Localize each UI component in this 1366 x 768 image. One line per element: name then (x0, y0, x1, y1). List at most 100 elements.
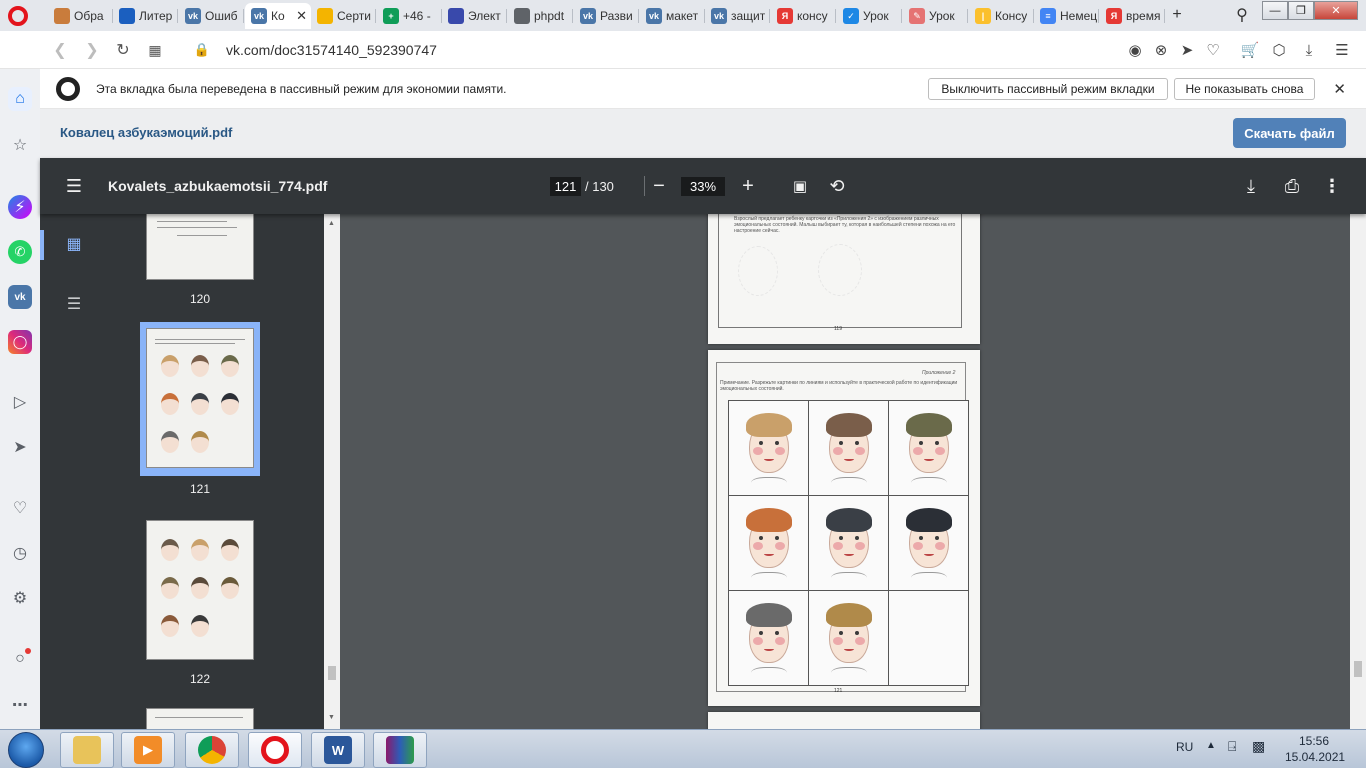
whatsapp-icon[interactable]: ✆ (8, 240, 32, 264)
pdf-download-icon[interactable]: ⤓ (1239, 174, 1263, 198)
url-field[interactable]: vk.com/doc31574140_592390747 (226, 42, 437, 58)
clock-date[interactable]: 15.04.2021 (1285, 750, 1345, 764)
tab-11[interactable]: Яконсу (771, 3, 837, 29)
lock-icon[interactable]: 🔒 (192, 40, 212, 60)
star-icon[interactable]: ☆ (8, 133, 32, 157)
download-icon[interactable]: ⤓ (1300, 41, 1318, 59)
close-window-button[interactable]: ✕ (1314, 1, 1358, 20)
reload-icon[interactable]: ↻ (113, 40, 133, 60)
outline-view-icon[interactable]: ☰ (62, 292, 86, 316)
box-icon[interactable]: ⬡ (1270, 41, 1288, 59)
network-icon[interactable]: ⍈ (1228, 738, 1236, 755)
search-tabs-icon[interactable]: ⚲ (1231, 4, 1253, 26)
thumbnail-page-121[interactable] (146, 328, 254, 468)
player-icon[interactable]: ▷ (8, 390, 32, 414)
instagram-icon[interactable]: ◯ (8, 330, 32, 354)
opera-task-button[interactable] (248, 732, 302, 768)
download-file-button[interactable]: Скачать файл (1233, 118, 1346, 148)
thumbnail-scrollbar[interactable]: ▲ ▼ (324, 214, 340, 729)
more-options-icon[interactable]: ⋮ (1320, 174, 1344, 198)
zoom-level-input[interactable]: 33% (681, 177, 725, 196)
tab-8[interactable]: vk Разви (574, 3, 640, 29)
tab-10[interactable]: vk защит (705, 3, 771, 29)
sheets-icon: + (383, 8, 399, 24)
pdf-viewer-area[interactable]: Взрослый предлагает ребенку карточки из … (340, 214, 1350, 729)
winrar-task-button[interactable] (373, 732, 427, 768)
easy-setup-icon[interactable]: ☰ (1333, 41, 1351, 59)
rotate-icon[interactable]: ⟲ (825, 174, 849, 198)
tab-4[interactable]: Серти (311, 3, 377, 29)
vk-icon: vk (185, 8, 201, 24)
tab-13[interactable]: ✎ Урок (903, 3, 969, 29)
history-icon[interactable]: ◷ (8, 541, 32, 565)
thumbnail-scroll-thumb[interactable] (328, 666, 336, 680)
maximize-button[interactable]: ❐ (1288, 1, 1314, 20)
fit-to-page-icon[interactable]: ▣ (788, 174, 812, 198)
disable-passive-mode-button[interactable]: Выключить пассивный режим вкладки (928, 78, 1168, 100)
tab-7[interactable]: phpdt (508, 3, 574, 29)
tab-5[interactable]: + +46 - (377, 3, 443, 29)
bookmark-heart-icon[interactable]: ♡ (1204, 41, 1222, 59)
face-mouth (764, 647, 774, 651)
opera-menu-icon[interactable] (8, 6, 28, 26)
send-icon[interactable]: ➤ (1178, 41, 1196, 59)
thumbnail-label: 122 (189, 672, 211, 686)
document-title[interactable]: Ковалец азбукаэмоций.pdf (60, 125, 232, 140)
send-sidebar-icon[interactable]: ➤ (8, 435, 32, 459)
speed-dial-icon[interactable]: ▦ (145, 40, 165, 60)
tab-9[interactable]: vk макет (640, 3, 706, 29)
more-sidebar-icon[interactable]: ⋯ (8, 693, 32, 717)
face-eye (839, 441, 843, 445)
minimize-button[interactable]: — (1262, 1, 1288, 20)
vk-icon[interactable]: vk (8, 285, 32, 309)
thumbnail-page-123[interactable] (146, 708, 254, 729)
forward-icon[interactable]: ❯ (82, 40, 102, 60)
emotion-card-cell (888, 590, 969, 686)
thumbnails-view-icon[interactable]: ▦ (62, 232, 86, 256)
clock-time[interactable]: 15:56 (1299, 734, 1329, 748)
back-icon[interactable]: ❮ (50, 40, 70, 60)
cart-icon[interactable]: 🛒 (1241, 41, 1260, 59)
messenger-icon[interactable]: ⚡ (8, 195, 32, 219)
print-icon[interactable]: ⎙ (1280, 174, 1304, 198)
tab-1[interactable]: Литер (113, 3, 179, 29)
home-icon[interactable]: ⌂ (8, 87, 32, 111)
viewer-scrollbar[interactable] (1350, 214, 1366, 729)
adblock-icon[interactable]: ⊗ (1152, 41, 1170, 59)
word-task-button[interactable]: W (311, 732, 365, 768)
tab-0[interactable]: Обра (48, 3, 114, 29)
tab-15[interactable]: ≡ Немец (1034, 3, 1100, 29)
language-indicator[interactable]: RU (1176, 740, 1193, 754)
settings-gear-icon[interactable]: ⚙ (8, 586, 32, 610)
tab-2[interactable]: vk Ошиб (179, 3, 245, 29)
dont-show-again-button[interactable]: Не показывать снова (1174, 78, 1315, 100)
new-tab-button[interactable]: + (1166, 4, 1188, 26)
chrome-icon (198, 736, 226, 764)
tab-14[interactable]: | Консу (969, 3, 1035, 29)
child-collar (751, 477, 787, 491)
media-task-button[interactable]: ▶ (121, 732, 175, 768)
tray-arrow-icon[interactable]: ▲ (1206, 740, 1216, 751)
explorer-task-button[interactable] (60, 732, 114, 768)
zoom-out-icon[interactable]: − (647, 174, 671, 198)
thumbnail-page-122[interactable] (146, 520, 254, 660)
pdf-page-119: Взрослый предлагает ребенку карточки из … (708, 214, 980, 344)
tab-3[interactable]: vk Ко ✕ (245, 3, 311, 29)
menu-hamburger-icon[interactable]: ☰ (62, 174, 86, 198)
face-cheek (775, 637, 785, 645)
chrome-task-button[interactable] (185, 732, 239, 768)
page-number-input[interactable]: 121 (550, 177, 581, 196)
close-banner-icon[interactable]: ✕ (1333, 80, 1346, 98)
signal-icon[interactable]: ▩ (1252, 738, 1265, 755)
close-tab-icon[interactable]: ✕ (296, 8, 307, 24)
thumbnail-page-120[interactable] (146, 214, 254, 280)
zoom-in-icon[interactable]: + (736, 174, 760, 198)
face-mouth (764, 552, 774, 556)
viewer-scroll-thumb[interactable] (1354, 661, 1362, 677)
tab-12[interactable]: ✓ Урок (837, 3, 903, 29)
snapshot-icon[interactable]: ◉ (1126, 41, 1144, 59)
start-button[interactable] (8, 732, 44, 768)
tab-6[interactable]: Элект (442, 3, 508, 29)
favorites-heart-icon[interactable]: ♡ (8, 496, 32, 520)
tab-16[interactable]: Явремя (1100, 3, 1166, 29)
